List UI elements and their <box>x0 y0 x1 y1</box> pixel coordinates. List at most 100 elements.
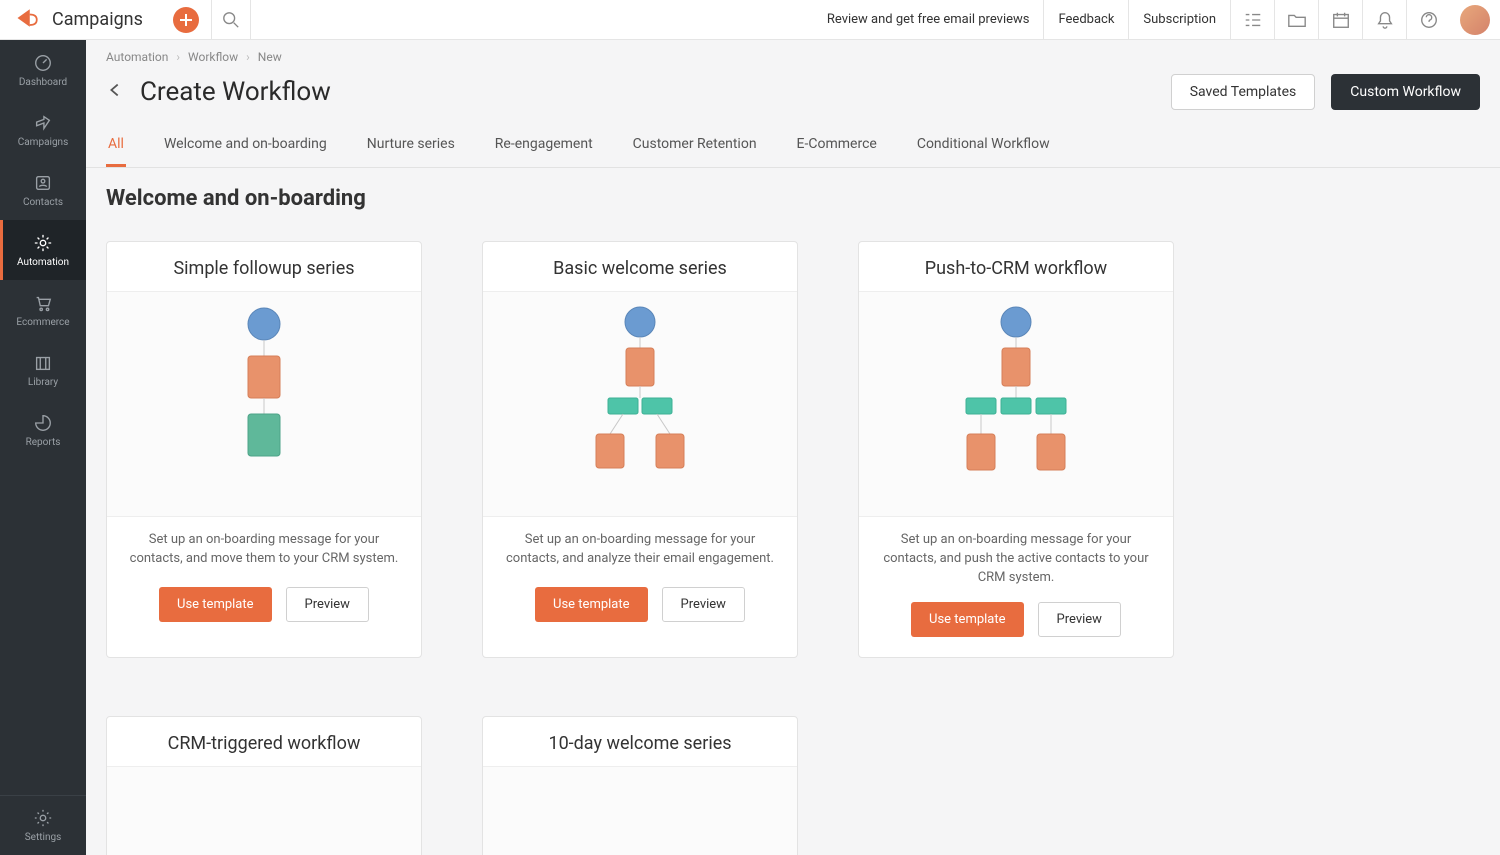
card-title: 10-day welcome series <box>483 717 797 766</box>
sidebar-label: Dashboard <box>19 77 67 88</box>
card-actions: Use template Preview <box>859 602 1173 657</box>
card-actions: Use template Preview <box>483 587 797 642</box>
folder-icon <box>1287 10 1307 30</box>
preview-button[interactable]: Preview <box>1038 602 1121 637</box>
preview-button[interactable]: Preview <box>286 587 369 622</box>
help-icon-button[interactable] <box>1406 0 1450 40</box>
sidebar-item-settings[interactable]: Settings <box>0 795 86 855</box>
calendar-icon <box>1331 10 1351 30</box>
sidebar-item-library[interactable]: Library <box>0 340 86 400</box>
sidebar-label: Campaigns <box>18 137 69 148</box>
sidebar-item-ecommerce[interactable]: Ecommerce <box>0 280 86 340</box>
cart-icon <box>33 293 53 313</box>
content: Welcome and on-boarding Simple followup … <box>86 168 1500 855</box>
workflow-preview <box>859 291 1173 517</box>
page-title: Create Workflow <box>140 77 331 107</box>
chevron-right-icon: › <box>246 50 250 64</box>
flowchart-icon <box>926 304 1106 504</box>
tab-reengagement[interactable]: Re-engagement <box>493 124 595 167</box>
top-link-subscription[interactable]: Subscription <box>1128 0 1230 40</box>
card-description: Set up an on-boarding message for your c… <box>107 517 421 587</box>
custom-workflow-button[interactable]: Custom Workflow <box>1331 74 1480 110</box>
card-row: Simple followup series Set up an on-boar… <box>106 241 1480 658</box>
top-link-previews[interactable]: Review and get free email previews <box>813 0 1044 40</box>
back-button[interactable] <box>106 81 124 103</box>
card-actions: Use template Preview <box>107 587 421 642</box>
crumb[interactable]: Automation <box>106 50 168 64</box>
tab-welcome[interactable]: Welcome and on-boarding <box>162 124 329 167</box>
workflow-preview <box>483 766 797 855</box>
preview-button[interactable]: Preview <box>662 587 745 622</box>
chevron-right-icon: › <box>176 50 180 64</box>
flowchart-icon <box>204 304 324 504</box>
tabs: All Welcome and on-boarding Nurture seri… <box>86 124 1500 168</box>
card-description: Set up an on-boarding message for your c… <box>859 517 1173 602</box>
brand-name: Campaigns <box>52 9 143 30</box>
sidebar-label: Library <box>28 377 58 388</box>
sidebar-label: Settings <box>25 832 62 843</box>
reports-icon <box>33 413 53 433</box>
folder-icon-button[interactable] <box>1274 0 1318 40</box>
dashboard-icon <box>33 53 53 73</box>
page-header: Create Workflow Saved Templates Custom W… <box>86 68 1500 124</box>
sidebar-label: Ecommerce <box>16 317 69 328</box>
template-card: 10-day welcome series <box>482 716 798 855</box>
list-icon-button[interactable] <box>1230 0 1274 40</box>
campaigns-logo-icon <box>14 4 42 36</box>
avatar[interactable] <box>1460 5 1490 35</box>
sidebar-item-reports[interactable]: Reports <box>0 400 86 460</box>
automation-icon <box>33 233 53 253</box>
flowchart-icon <box>560 304 720 504</box>
bell-icon <box>1375 10 1395 30</box>
sidebar-item-campaigns[interactable]: Campaigns <box>0 100 86 160</box>
sidebar-item-automation[interactable]: Automation <box>0 220 86 280</box>
crumb[interactable]: Workflow <box>188 50 238 64</box>
template-card: Basic welcome series <box>482 241 798 658</box>
use-template-button[interactable]: Use template <box>911 602 1023 637</box>
card-row: CRM-triggered workflow 10-day welcome se… <box>106 716 1480 855</box>
crumb-current: New <box>258 50 282 64</box>
tab-nurture[interactable]: Nurture series <box>365 124 457 167</box>
search-icon <box>222 11 240 29</box>
library-icon <box>33 353 53 373</box>
arrow-left-icon <box>106 81 124 99</box>
add-button[interactable] <box>173 7 199 33</box>
workflow-preview <box>483 291 797 517</box>
main: Automation › Workflow › New Create Workf… <box>86 40 1500 855</box>
card-title: Basic welcome series <box>483 242 797 291</box>
section-title: Welcome and on-boarding <box>106 186 1480 211</box>
notifications-icon-button[interactable] <box>1362 0 1406 40</box>
sidebar-item-contacts[interactable]: Contacts <box>0 160 86 220</box>
workflow-preview <box>107 291 421 517</box>
top-link-feedback[interactable]: Feedback <box>1043 0 1128 40</box>
template-card: Push-to-CRM workflow <box>858 241 1174 658</box>
search-button[interactable] <box>211 0 251 40</box>
help-icon <box>1419 10 1439 30</box>
list-icon <box>1243 10 1263 30</box>
template-card: Simple followup series Set up an on-boar… <box>106 241 422 658</box>
sidebar-item-dashboard[interactable]: Dashboard <box>0 40 86 100</box>
sidebar-label: Automation <box>17 257 69 268</box>
use-template-button[interactable]: Use template <box>159 587 271 622</box>
sidebar-label: Reports <box>26 437 61 448</box>
use-template-button[interactable]: Use template <box>535 587 647 622</box>
sidebar-label: Contacts <box>23 197 63 208</box>
megaphone-icon <box>33 113 53 133</box>
plus-icon <box>179 13 193 27</box>
tab-all[interactable]: All <box>106 124 126 167</box>
card-title: Simple followup series <box>107 242 421 291</box>
breadcrumb: Automation › Workflow › New <box>86 40 1500 68</box>
card-title: CRM-triggered workflow <box>107 717 421 766</box>
calendar-icon-button[interactable] <box>1318 0 1362 40</box>
gear-icon <box>33 808 53 828</box>
contacts-icon <box>33 173 53 193</box>
template-card: CRM-triggered workflow <box>106 716 422 855</box>
tab-retention[interactable]: Customer Retention <box>631 124 759 167</box>
tab-conditional[interactable]: Conditional Workflow <box>915 124 1052 167</box>
brand: Campaigns <box>0 4 157 36</box>
topbar: Campaigns Review and get free email prev… <box>0 0 1500 40</box>
saved-templates-button[interactable]: Saved Templates <box>1171 74 1316 110</box>
tab-ecommerce[interactable]: E-Commerce <box>795 124 879 167</box>
workflow-preview <box>107 766 421 855</box>
card-description: Set up an on-boarding message for your c… <box>483 517 797 587</box>
